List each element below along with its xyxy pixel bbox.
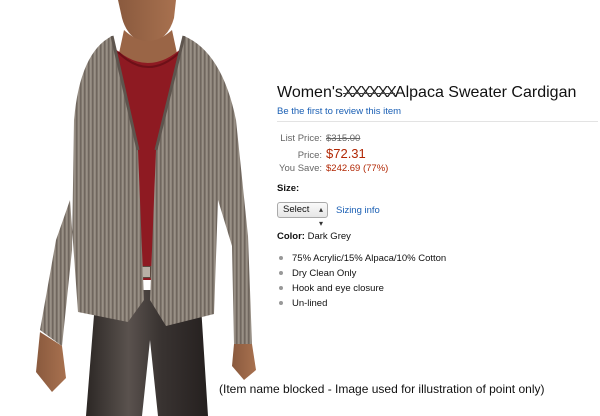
title-prefix: Women's: [277, 84, 343, 101]
list-price-value: $315.00: [326, 133, 361, 144]
list-item: 75% Acrylic/15% Alpaca/10% Cotton: [277, 251, 446, 266]
size-select[interactable]: Select ▴ ▾: [277, 202, 328, 228]
list-item: Dry Clean Only: [277, 266, 446, 281]
color-label: Color:: [277, 231, 305, 242]
price-block: List Price: $315.00 Price: $72.31 You Save…: [277, 131, 388, 176]
product-title: Women'sXXXXXXAlpaca Sweater Cardigan: [277, 84, 576, 102]
list-price-row: List Price: $315.00: [277, 131, 388, 146]
list-item: Hook and eye closure: [277, 281, 446, 296]
bullet-icon: [279, 270, 283, 275]
size-select-value: Select: [283, 204, 310, 215]
savings-label: You Save:: [279, 163, 322, 174]
title-blocked-brand: XXXXXX: [342, 84, 397, 101]
bullet-icon: [279, 285, 283, 290]
chevron-updown-icon: ▴ ▾: [318, 205, 323, 228]
size-label: Size:: [277, 183, 300, 194]
list-price-label: List Price:: [280, 133, 322, 144]
feature-list: 75% Acrylic/15% Alpaca/10% Cotton Dry Cl…: [277, 251, 446, 311]
bullet-icon: [279, 255, 283, 260]
savings-value: $242.69 (77%): [326, 163, 389, 174]
price-row: Price: $72.31: [277, 146, 388, 161]
sizing-info-link[interactable]: Sizing info: [336, 205, 380, 216]
price-value: $72.31: [326, 146, 366, 161]
color-value: Dark Grey: [307, 231, 351, 242]
savings-row: You Save: $242.69 (77%): [277, 161, 388, 176]
bullet-icon: [279, 300, 283, 305]
product-image[interactable]: [0, 0, 268, 416]
list-item: Un-lined: [277, 296, 446, 311]
title-suffix: Alpaca Sweater Cardigan: [394, 84, 577, 101]
write-review-link[interactable]: Be the first to review this item: [277, 106, 401, 117]
footnote-caption: (Item name blocked - Image used for illu…: [219, 382, 545, 396]
divider: [277, 121, 598, 122]
color-line: Color: Dark Grey: [277, 231, 351, 242]
